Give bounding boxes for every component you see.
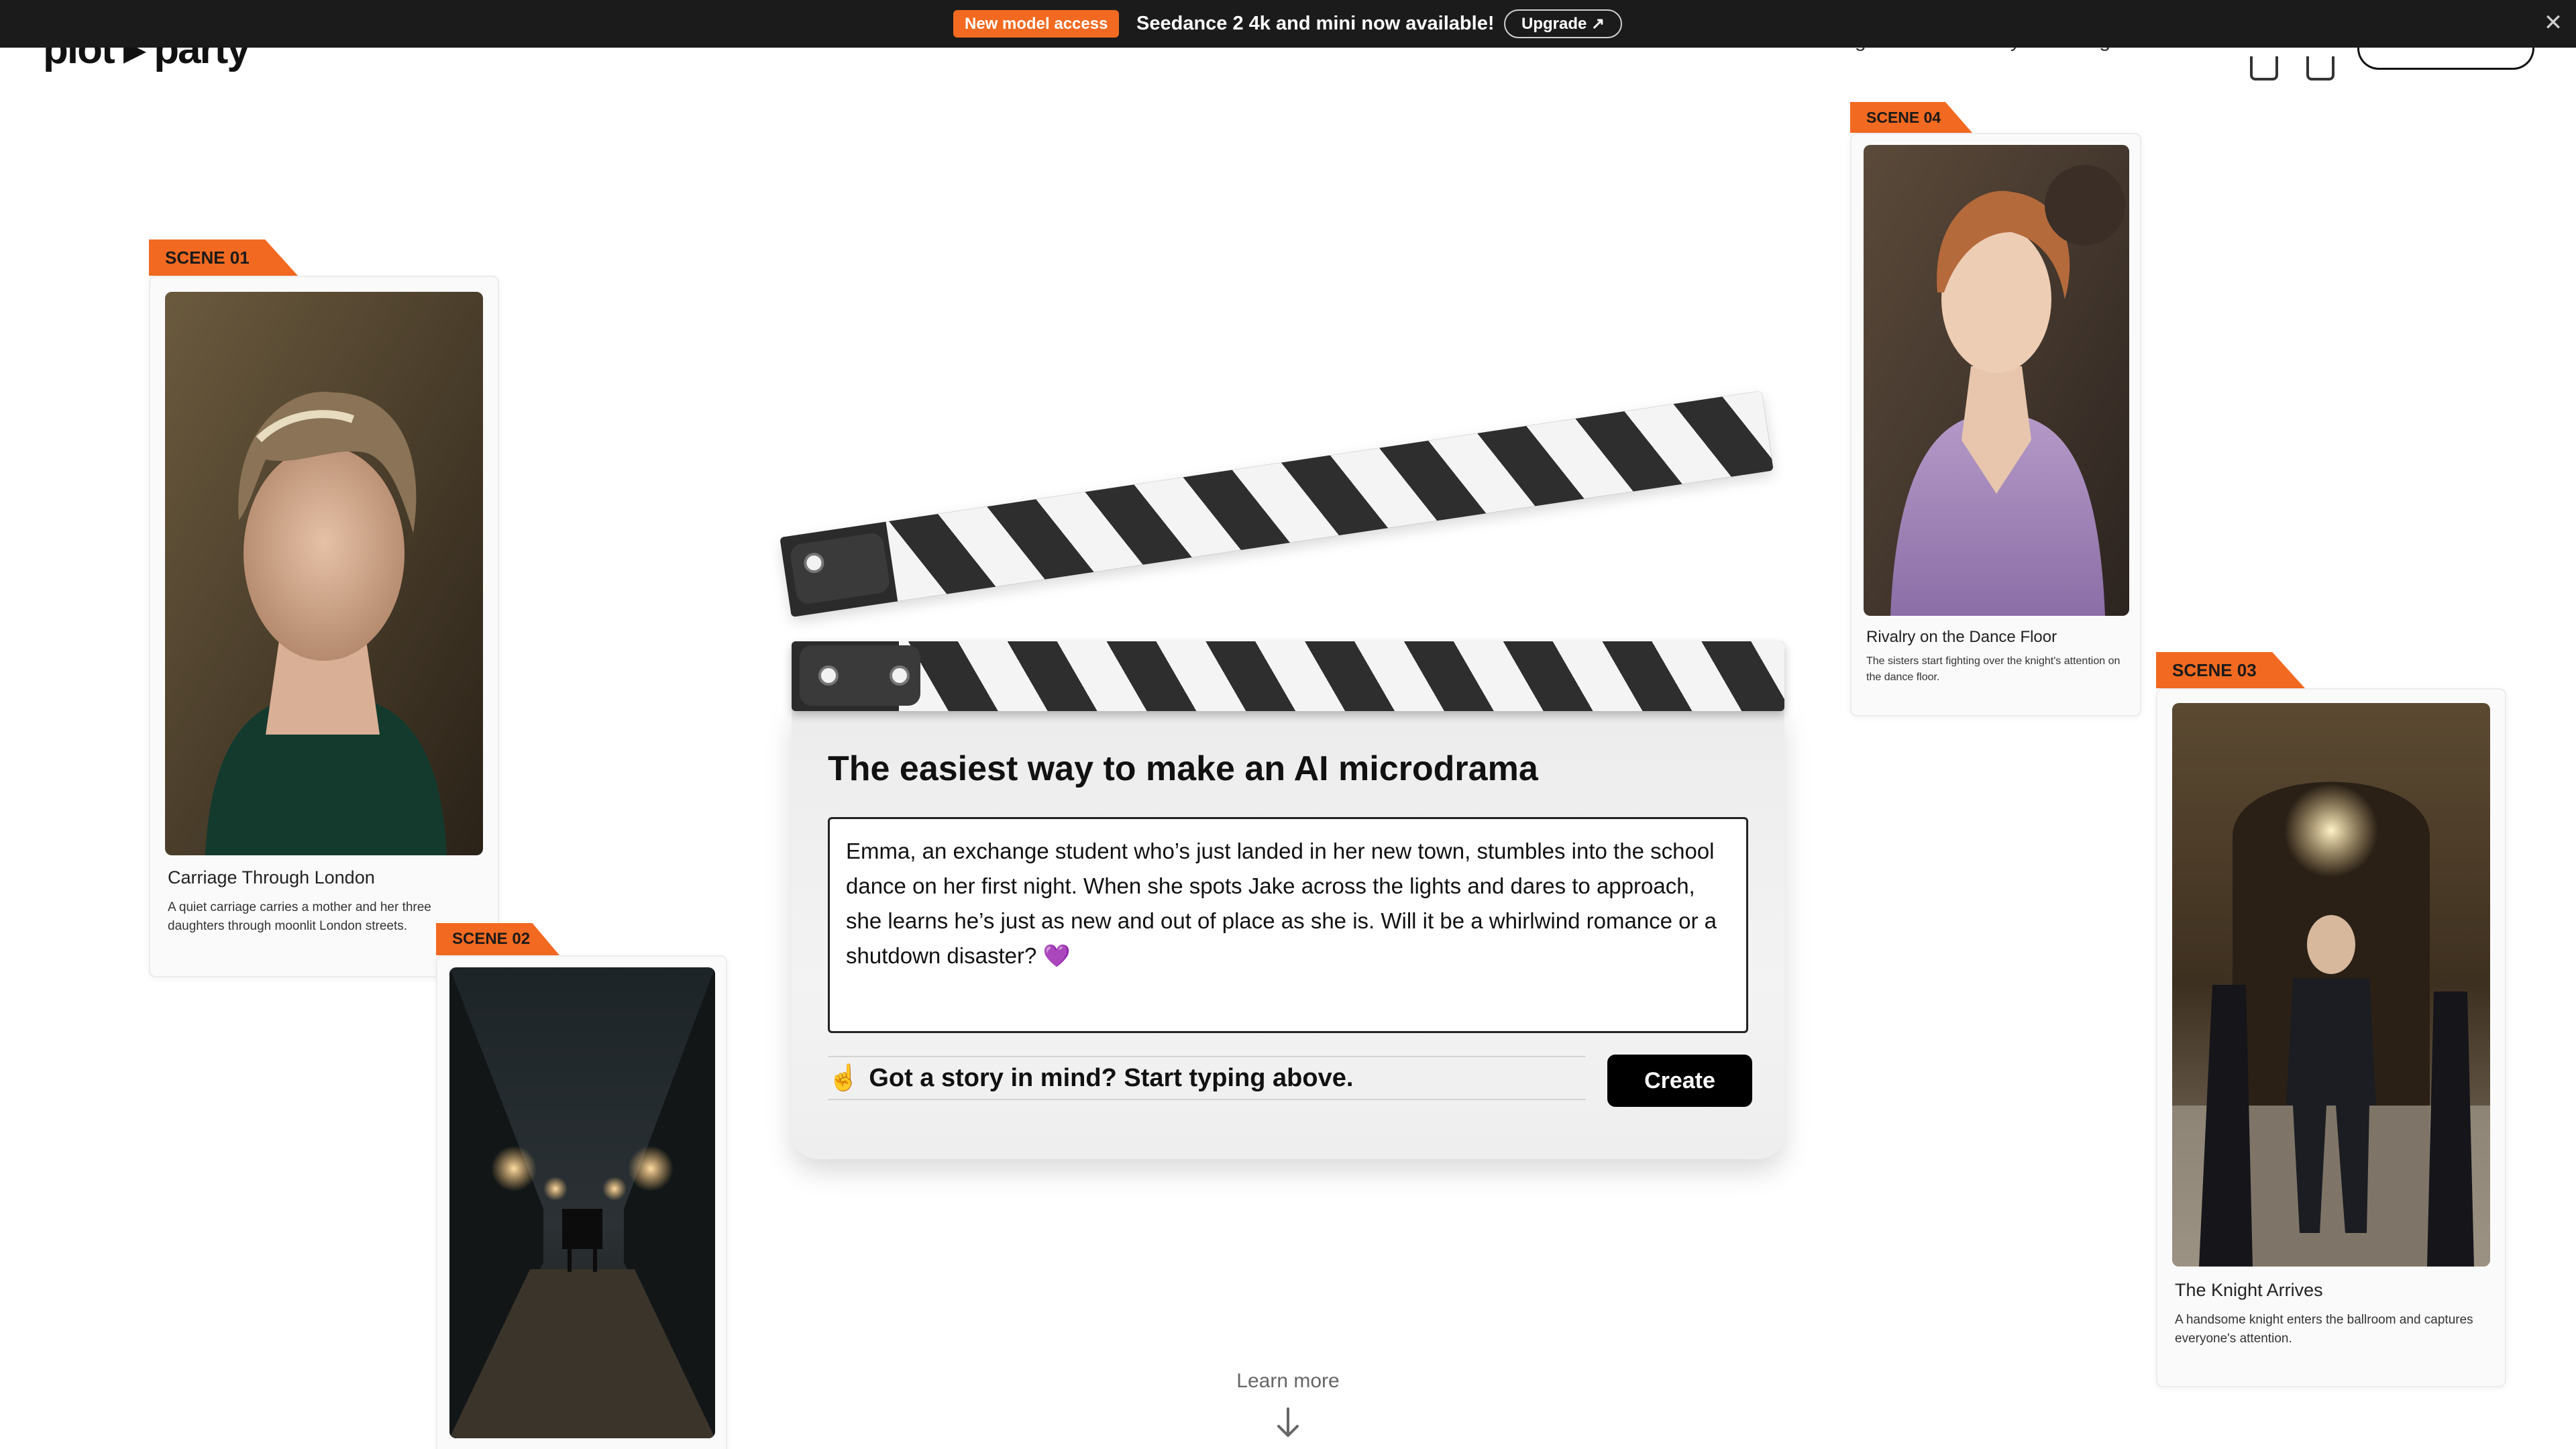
scene-03-title: The Knight Arrives	[2175, 1280, 2323, 1300]
hero-headline: The easiest way to make an AI microdrama	[828, 749, 1538, 788]
bag-icon[interactable]	[2306, 56, 2334, 80]
scene-04-desc: The sisters start fighting over the knig…	[1866, 655, 2121, 683]
scene-02-image	[449, 967, 715, 1438]
clapperboard-bottom-bar	[792, 641, 1784, 711]
create-button[interactable]: Create	[1607, 1055, 1752, 1107]
story-input[interactable]: Emma, an exchange student who’s just lan…	[828, 817, 1748, 1033]
bolt-icon	[890, 665, 910, 686]
upgrade-button[interactable]: Upgrade ↗	[1504, 9, 1623, 38]
scene-01-title: Carriage Through London	[168, 867, 375, 888]
scene-03-desc: A handsome knight enters the ballroom an…	[2175, 1313, 2473, 1346]
bolt-icon	[818, 665, 839, 686]
story-hint: ☝ Got a story in mind? Start typing abov…	[828, 1056, 1586, 1100]
scene-01-desc: A quiet carriage carries a mother and he…	[168, 900, 431, 933]
scene-tag-01: SCENE 01	[149, 239, 298, 276]
scene-04-title: Rivalry on the Dance Floor	[1866, 628, 2057, 646]
learn-more-link[interactable]: Learn more	[1208, 1370, 1368, 1393]
arrow-down-icon[interactable]	[1275, 1407, 1301, 1438]
clapperboard-top-bar	[780, 390, 1774, 617]
story-hint-text: Got a story in mind? Start typing above.	[869, 1063, 1354, 1092]
scene-tag-04: SCENE 04	[1850, 102, 1972, 133]
scene-card-03[interactable]: The Knight Arrives A handsome knight ent…	[2156, 688, 2506, 1387]
scene-card-02[interactable]	[436, 955, 727, 1449]
close-icon[interactable]: ✕	[2540, 9, 2567, 36]
scene-card-01[interactable]: Carriage Through London A quiet carriage…	[149, 276, 499, 977]
scene-04-image	[1864, 145, 2129, 616]
scene-03-image	[2172, 703, 2490, 1267]
scene-tag-02: SCENE 02	[436, 923, 559, 955]
new-model-badge: New model access	[953, 10, 1120, 38]
scene-card-04[interactable]: Rivalry on the Dance Floor The sisters s…	[1850, 133, 2141, 716]
announcement-message: Seedance 2 4k and mini now available!	[1136, 13, 1495, 34]
scene-tag-03: SCENE 03	[2156, 652, 2305, 688]
discord-icon[interactable]	[2250, 56, 2278, 80]
pointing-up-icon: ☝	[828, 1064, 860, 1092]
announcement-bar: New model access Seedance 2 4k and mini …	[0, 0, 2576, 48]
scene-01-image	[165, 292, 483, 855]
